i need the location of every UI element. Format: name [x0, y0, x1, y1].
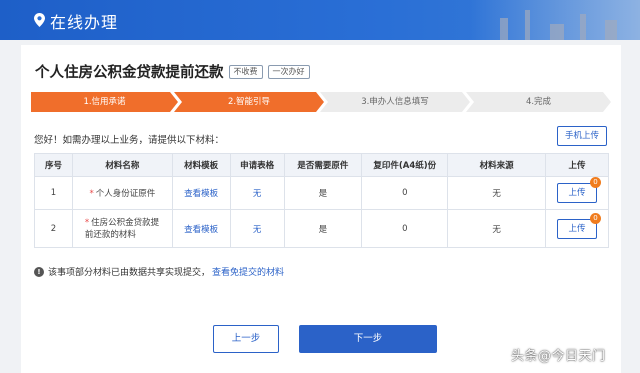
step-4: 4.完成	[466, 92, 611, 112]
copies-cell: 0	[361, 176, 449, 210]
col-form-header: 申请表格	[229, 153, 285, 177]
col-source-header: 材料来源	[447, 153, 546, 177]
header-skyline-image	[470, 0, 640, 40]
prev-step-button[interactable]: 上一步	[213, 325, 279, 353]
original-cell: 是	[283, 176, 363, 210]
table-header-row: 序号 材料名称 材料模板 申请表格 是否需要原件 复印件(A4纸)份 材料来源 …	[34, 153, 609, 177]
watermark-text: 头条@今日天门	[511, 349, 606, 364]
copies-cell: 0	[361, 209, 449, 248]
material-name-text: 住房公积金贷款提前还款的材料	[84, 217, 160, 240]
upload-label: 上传	[568, 188, 586, 198]
step-1: 1.信用承诺	[31, 92, 178, 112]
original-cell: 是	[283, 209, 363, 248]
material-name-text: 个人身份证原件	[95, 189, 156, 199]
row-index: 1	[34, 176, 73, 210]
material-name: * 住房公积金贷款提前还款的材料	[71, 209, 173, 248]
header-bar: 在线办理	[0, 0, 640, 40]
row-index: 2	[34, 209, 73, 248]
col-original-header: 是否需要原件	[283, 153, 363, 177]
upload-button[interactable]: 上传 0	[557, 177, 601, 203]
mobile-upload-button[interactable]: 手机上传	[557, 126, 607, 146]
col-name-header: 材料名称	[71, 153, 173, 177]
materials-table: 序号 材料名称 材料模板 申请表格 是否需要原件 复印件(A4纸)份 材料来源 …	[34, 153, 609, 248]
upload-count-badge: 0	[590, 177, 601, 188]
shared-data-notice: ! 该事项部分材料已由数据共享实现提交， 查看免提交的材料	[34, 265, 284, 278]
header-title: 在线办理	[50, 13, 119, 32]
template-cell: 查看模板	[171, 176, 231, 210]
location-pin-icon	[34, 13, 45, 27]
view-template-link[interactable]: 查看模板	[184, 225, 218, 235]
upload-cell: 上传 0	[545, 176, 609, 210]
greeting-text: 您好！如需办理以上业务，请提供以下材料：	[34, 135, 225, 146]
col-copies-header: 复印件(A4纸)份	[361, 153, 449, 177]
required-mark: *	[89, 189, 94, 199]
table-row: 1 * 个人身份证原件 查看模板 无 是 0 无 上传 0	[34, 176, 609, 210]
col-template-header: 材料模板	[171, 153, 231, 177]
upload-label: 上传	[568, 223, 586, 234]
step-3: 3.申办人信息填写	[320, 92, 470, 112]
tag-free: 不收费	[228, 64, 263, 79]
view-exempt-materials-link[interactable]: 查看免提交的材料	[212, 265, 284, 278]
form-cell: 无	[229, 209, 285, 248]
step-2: 2.智能引导	[174, 92, 324, 112]
form-value: 无	[252, 224, 262, 235]
upload-count-badge: 0	[590, 212, 601, 224]
col-upload-header: 上传	[545, 153, 609, 177]
progress-steps: 1.信用承诺 2.智能引导 3.申办人信息填写 4.完成	[31, 92, 611, 112]
main-card: 个人住房公积金贷款提前还款 不收费 一次办好 1.信用承诺 2.智能引导 3.申…	[21, 45, 621, 373]
info-icon: !	[34, 266, 44, 277]
page-title: 个人住房公积金贷款提前还款	[35, 65, 224, 81]
view-template-link[interactable]: 查看模板	[184, 189, 218, 199]
source-cell: 无	[447, 209, 546, 248]
source-cell: 无	[447, 176, 546, 210]
title-row: 个人住房公积金贷款提前还款 不收费 一次办好	[35, 61, 310, 82]
template-cell: 查看模板	[171, 209, 231, 248]
form-cell: 无	[229, 176, 285, 210]
upload-button[interactable]: 上传 0	[557, 212, 601, 239]
notice-text: 该事项部分材料已由数据共享实现提交，	[48, 268, 211, 278]
form-value: 无	[252, 189, 262, 199]
tag-one-stop: 一次办好	[267, 64, 310, 79]
material-name: * 个人身份证原件	[71, 176, 173, 210]
table-row: 2 * 住房公积金贷款提前还款的材料 查看模板 无 是 0 无 上传 0	[34, 209, 609, 248]
upload-cell: 上传 0	[545, 209, 609, 248]
col-index-header: 序号	[34, 153, 73, 177]
required-mark: *	[84, 217, 90, 228]
next-step-button[interactable]: 下一步	[299, 325, 437, 353]
